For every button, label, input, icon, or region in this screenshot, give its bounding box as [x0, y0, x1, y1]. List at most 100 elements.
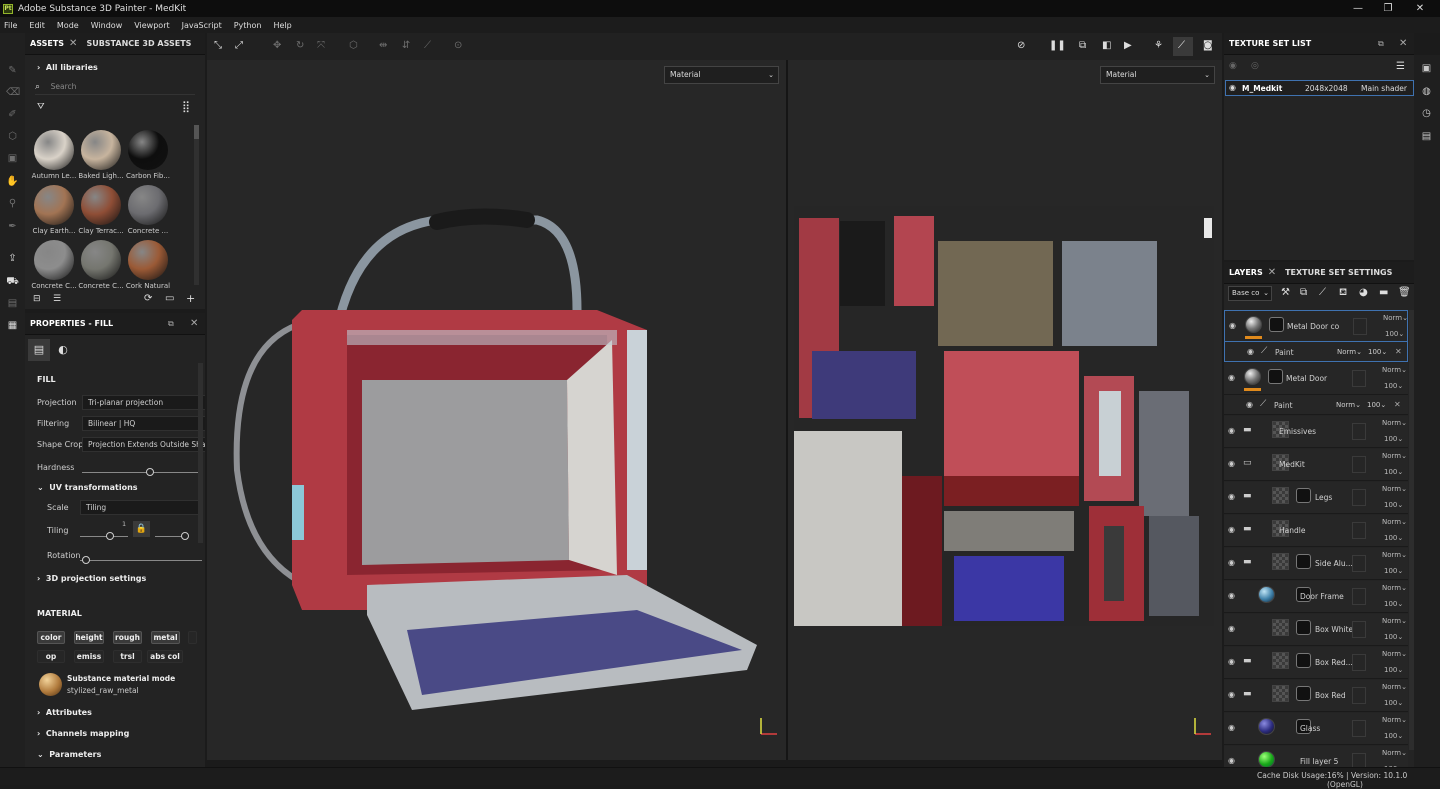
- channel-rough-button[interactable]: rough: [113, 631, 142, 644]
- viewport-2d-mode-dropdown[interactable]: Material ⌄: [1100, 66, 1215, 84]
- add-folder-icon[interactable]: ▬: [1379, 287, 1388, 298]
- screenshot-icon[interactable]: ◙: [1203, 40, 1213, 51]
- layer-row[interactable]: ◉ Door Frame Norm⌄ 100⌄: [1224, 581, 1408, 613]
- color-picker-icon[interactable]: ✒: [6, 221, 19, 233]
- blend-mode-dropdown[interactable]: Norm⌄: [1382, 485, 1407, 493]
- asset-search[interactable]: ⌕ Search: [35, 82, 195, 95]
- tiling-v-slider-knob[interactable]: [181, 532, 189, 540]
- blend-mode-dropdown[interactable]: Norm⌄: [1382, 584, 1407, 592]
- add-mask-icon[interactable]: ⧉: [1300, 287, 1307, 298]
- eye-icon[interactable]: ◉: [1228, 690, 1235, 699]
- list-icon[interactable]: ☰: [53, 294, 61, 304]
- mask-icon[interactable]: [1296, 653, 1311, 668]
- blend-mode-dropdown[interactable]: Norm⌄: [1382, 452, 1407, 460]
- channel-abs-col-button[interactable]: abs col: [147, 650, 183, 663]
- camera-orbit-icon[interactable]: ⤡: [214, 40, 222, 51]
- 3d-projection-toggle[interactable]: › 3D projection settings: [37, 574, 146, 583]
- blend-mode-dropdown[interactable]: Norm⌄: [1382, 716, 1407, 724]
- blend-mode-dropdown[interactable]: Norm⌄: [1382, 617, 1407, 625]
- uv-texture-view[interactable]: [794, 206, 1214, 626]
- close-properties-icon[interactable]: ✕: [190, 318, 198, 329]
- projection-dropdown[interactable]: Tri-planar projection: [82, 395, 205, 410]
- add-smart-material-icon[interactable]: ◕: [1359, 287, 1368, 298]
- material-thumbnail[interactable]: Clay Earth...: [30, 185, 78, 235]
- material-thumbnail[interactable]: Autumn Le...: [30, 130, 78, 180]
- viewport-splitter[interactable]: [786, 60, 788, 760]
- close-assets-icon[interactable]: ✕: [69, 38, 77, 49]
- rotation-slider-track[interactable]: [80, 560, 202, 561]
- paint-brush-icon[interactable]: ✎: [6, 65, 19, 77]
- blend-mode-dropdown[interactable]: Norm⌄: [1382, 419, 1407, 427]
- mask-icon[interactable]: [1269, 317, 1284, 332]
- mask-icon[interactable]: [1268, 369, 1283, 384]
- texture-set-menu-icon[interactable]: ☰: [1396, 61, 1405, 72]
- mask-icon[interactable]: [1296, 686, 1311, 701]
- split-view-icon[interactable]: ⧉: [1079, 40, 1086, 51]
- hardness-slider-knob[interactable]: [146, 468, 154, 476]
- paint-mode-button[interactable]: ⟋: [1173, 37, 1193, 56]
- filtering-dropdown[interactable]: Bilinear | HQ: [82, 416, 205, 431]
- layer-row[interactable]: ◉ ▬ Side Alu... Norm⌄ 100⌄: [1224, 548, 1408, 580]
- layer-row[interactable]: ◉Fill layer 5Norm⌄100⌄: [1224, 746, 1408, 767]
- search-input[interactable]: Search: [51, 82, 77, 91]
- display-settings-icon[interactable]: ▤: [6, 298, 19, 310]
- rotation-slider-knob[interactable]: [82, 556, 90, 564]
- layer-row[interactable]: ◉ ▬ Legs Norm⌄ 100⌄: [1224, 482, 1408, 514]
- material-thumbnail[interactable]: Baked Ligh...: [77, 130, 125, 180]
- scale-icon[interactable]: ⤧: [317, 40, 325, 51]
- close-window-icon[interactable]: ✕: [1405, 0, 1435, 17]
- eye-icon[interactable]: ◉: [1228, 459, 1235, 468]
- sublayer-blend-dropdown[interactable]: Norm⌄: [1337, 348, 1362, 356]
- hardness-slider-track[interactable]: [82, 472, 202, 473]
- fill-layer-tool-icon[interactable]: ▦: [6, 320, 19, 332]
- menu-file[interactable]: File: [4, 21, 17, 30]
- parameters-toggle[interactable]: ⌄ Parameters: [37, 750, 101, 759]
- layer-row[interactable]: ◉ ▬ Handle Norm⌄ 100⌄: [1224, 515, 1408, 547]
- eraser-icon[interactable]: ⌫: [6, 87, 20, 99]
- mask-icon[interactable]: [1296, 488, 1311, 503]
- log-icon[interactable]: ▤: [1420, 130, 1433, 143]
- add-fill-layer-icon[interactable]: ⛾: [1339, 287, 1347, 300]
- symmetry-icon[interactable]: ⇹: [379, 40, 387, 51]
- display-icon[interactable]: ▣: [1420, 62, 1433, 75]
- tab-assets[interactable]: ASSETS: [25, 39, 69, 48]
- eye-icon[interactable]: ◉: [1228, 624, 1235, 633]
- symmetry-axis-icon[interactable]: ⇵: [402, 40, 410, 51]
- assets-scrollbar[interactable]: [194, 125, 199, 285]
- opacity-field[interactable]: 100⌄: [1384, 732, 1403, 740]
- polygon-fill-icon[interactable]: ▣: [6, 153, 19, 165]
- mask-icon[interactable]: [1296, 554, 1311, 569]
- channel-more-button[interactable]: [188, 631, 197, 644]
- eye-icon[interactable]: ◉: [1247, 347, 1254, 356]
- solo-icon[interactable]: ◎: [1251, 61, 1259, 71]
- eye-icon[interactable]: ◉: [1229, 83, 1236, 92]
- tiling-slider-knob[interactable]: [106, 532, 114, 540]
- minimize-icon[interactable]: —: [1343, 0, 1373, 17]
- camera-pan-icon[interactable]: ⤢: [235, 40, 243, 51]
- projection-icon[interactable]: ✐: [6, 109, 19, 121]
- opacity-field[interactable]: 100⌄: [1384, 633, 1403, 641]
- uv-transformations-toggle[interactable]: ⌄ UV transformations: [37, 483, 138, 492]
- library-selector[interactable]: › All libraries: [37, 63, 98, 72]
- layer-row[interactable]: ◉ ▭ MedKit Norm⌄ 100⌄: [1224, 449, 1408, 481]
- channels-mapping-toggle[interactable]: › Channels mapping: [37, 729, 129, 738]
- folder-icon[interactable]: ▭: [165, 293, 174, 304]
- channel-metal-button[interactable]: metal: [151, 631, 180, 644]
- lock-icon[interactable]: 🔒: [133, 521, 150, 537]
- eye-icon[interactable]: ◉: [1228, 591, 1235, 600]
- layer-row[interactable]: ◉ ▬ Emissives Norm⌄ 100⌄: [1224, 416, 1408, 448]
- history-icon[interactable]: ⊙: [454, 40, 462, 51]
- rotate-icon[interactable]: ↻: [296, 40, 304, 51]
- menu-viewport[interactable]: Viewport: [134, 21, 169, 30]
- eye-icon[interactable]: ◉: [1228, 657, 1235, 666]
- pause-icon[interactable]: ❚❚: [1049, 40, 1066, 51]
- undock-icon[interactable]: ⧉: [1378, 39, 1384, 49]
- blend-mode-dropdown[interactable]: Norm⌄: [1383, 314, 1408, 322]
- eye-icon[interactable]: ◉: [1229, 321, 1236, 330]
- menu-window[interactable]: Window: [91, 21, 123, 30]
- menu-edit[interactable]: Edit: [29, 21, 45, 30]
- opacity-field[interactable]: 100⌄: [1384, 435, 1403, 443]
- tab-substance-3d-assets[interactable]: SUBSTANCE 3D ASSETS: [81, 39, 196, 48]
- properties-scrollbar[interactable]: [198, 363, 203, 543]
- bake-icon[interactable]: ⛟: [6, 276, 19, 288]
